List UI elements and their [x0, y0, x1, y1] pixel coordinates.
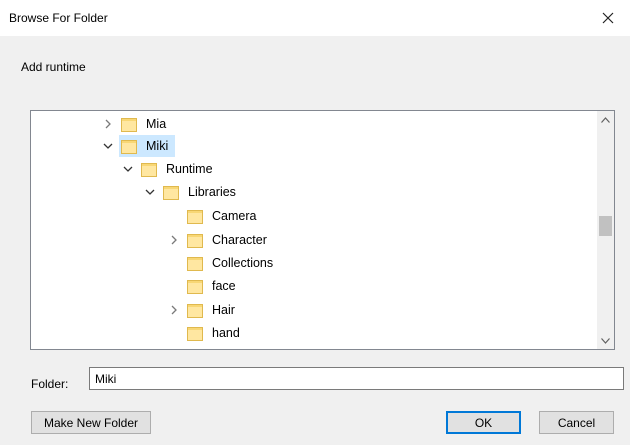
- tree-node-miki[interactable]: Miki: [101, 135, 171, 157]
- folder-field-label: Folder:: [31, 377, 69, 391]
- tree-node-label: Miki: [146, 139, 169, 153]
- chevron-down-icon[interactable]: [121, 162, 135, 176]
- folder-icon: [187, 255, 203, 271]
- tree-node-label: hand: [212, 326, 240, 340]
- folder-icon: [163, 184, 179, 200]
- tree-node-mia[interactable]: Mia: [101, 113, 169, 135]
- chevron-down-icon[interactable]: [101, 139, 115, 153]
- tree-content: Mia Miki Runtime Libraries Camera Charac…: [31, 111, 599, 349]
- folder-icon: [141, 161, 157, 177]
- title-bar: Browse For Folder: [0, 0, 630, 36]
- tree-node-label: Libraries: [188, 185, 236, 199]
- folder-icon: [187, 208, 203, 224]
- chevron-right-icon[interactable]: [101, 117, 115, 131]
- scroll-down-icon[interactable]: [597, 332, 614, 349]
- tree-node-libraries[interactable]: Libraries: [143, 181, 239, 203]
- chevron-right-icon[interactable]: [167, 233, 181, 247]
- tree-node-runtime[interactable]: Runtime: [121, 158, 216, 180]
- folder-icon: [187, 302, 203, 318]
- tree-node-label: Hair: [212, 303, 235, 317]
- vertical-scrollbar[interactable]: [597, 111, 614, 349]
- ok-button[interactable]: OK: [446, 411, 521, 434]
- window-title: Browse For Folder: [9, 11, 108, 25]
- folder-icon: [121, 116, 137, 132]
- scroll-thumb[interactable]: [599, 216, 612, 236]
- tree-node-hair[interactable]: Hair: [167, 299, 238, 321]
- tree-node-label: Camera: [212, 209, 257, 223]
- tree-node-camera[interactable]: Camera: [167, 205, 259, 227]
- make-new-folder-button[interactable]: Make New Folder: [31, 411, 151, 434]
- folder-icon: [187, 325, 203, 341]
- tree-node-hand[interactable]: hand: [167, 322, 243, 344]
- chevron-down-icon[interactable]: [143, 185, 157, 199]
- scroll-up-icon[interactable]: [597, 111, 614, 128]
- folder-icon: [187, 278, 203, 294]
- folder-tree[interactable]: Mia Miki Runtime Libraries Camera Charac…: [30, 110, 615, 350]
- tree-node-face[interactable]: face: [167, 275, 239, 297]
- tree-node-label: Character: [212, 233, 267, 247]
- tree-node-label: Runtime: [166, 162, 213, 176]
- close-icon[interactable]: [586, 0, 630, 36]
- tree-node-partial: [167, 345, 209, 349]
- tree-node-label: face: [212, 279, 236, 293]
- tree-node-collections[interactable]: Collections: [167, 252, 276, 274]
- folder-icon: [187, 232, 203, 248]
- chevron-right-icon[interactable]: [167, 303, 181, 317]
- tree-node-label: Collections: [212, 256, 274, 270]
- folder-icon: [187, 348, 203, 349]
- folder-icon: [121, 138, 137, 154]
- tree-node-character[interactable]: Character: [167, 229, 270, 251]
- cancel-button[interactable]: Cancel: [539, 411, 614, 434]
- dialog-description: Add runtime: [21, 60, 86, 74]
- tree-node-label: Mia: [146, 117, 167, 131]
- folder-field[interactable]: [89, 367, 624, 390]
